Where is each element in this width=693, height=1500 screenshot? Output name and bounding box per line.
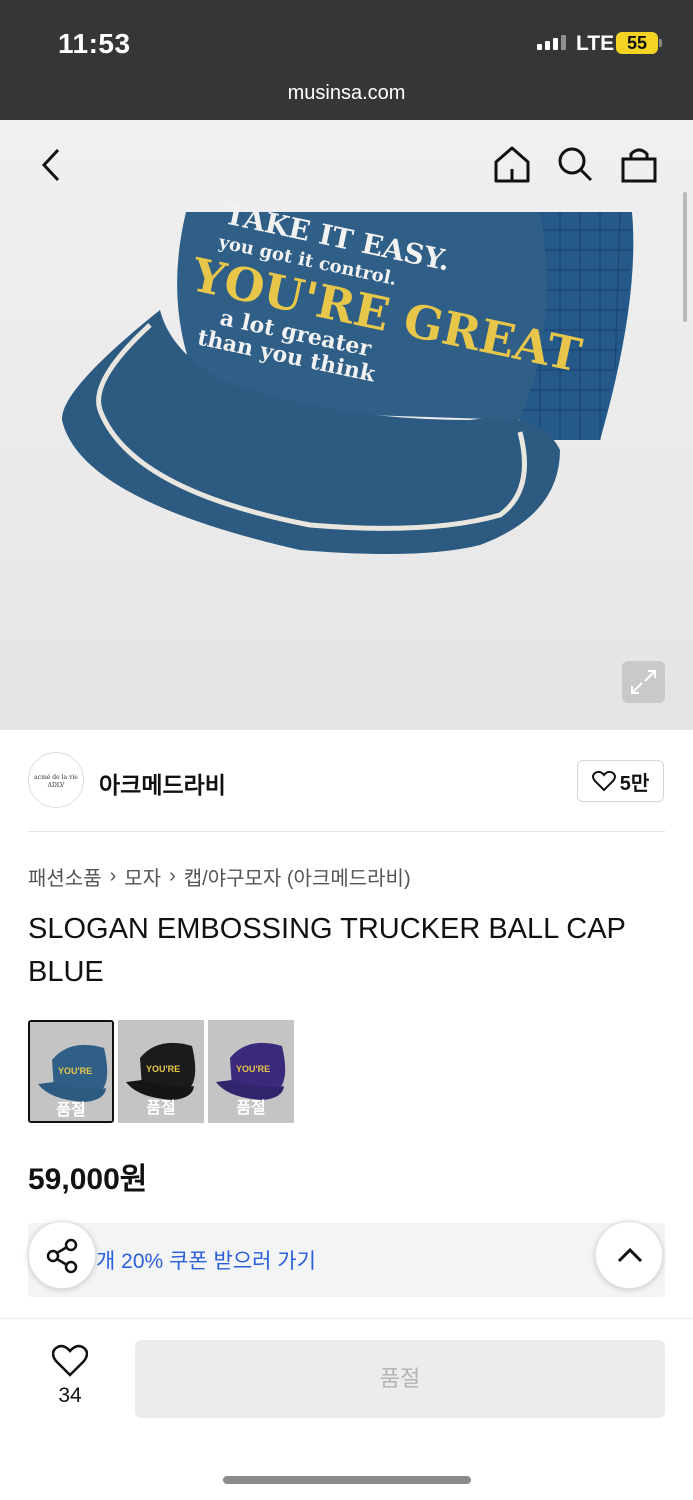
breadcrumb-item[interactable]: 캡/야구모자 (아크메드라비) bbox=[184, 862, 411, 891]
svg-text:YOU'RE: YOU'RE bbox=[58, 1066, 92, 1076]
coupon-link[interactable]: 개 20% 쿠폰 받으러 가기 bbox=[96, 1245, 316, 1275]
divider bbox=[28, 831, 665, 832]
variant-list: YOU'RE 품절 YOU'RE 품절 YOU'RE 품절 bbox=[28, 1020, 294, 1123]
search-icon[interactable] bbox=[556, 145, 594, 183]
chevron-left-icon[interactable] bbox=[38, 148, 62, 182]
breadcrumb: 패션소품 › 모자 › 캡/야구모자 (아크메드라비) bbox=[28, 862, 411, 891]
chevron-right-icon: › bbox=[109, 865, 117, 887]
svg-text:YOU'RE: YOU'RE bbox=[236, 1064, 270, 1074]
like-count: 34 bbox=[58, 1384, 82, 1407]
home-indicator[interactable] bbox=[223, 1476, 471, 1484]
status-bar: 11:53 LTE 55 musinsa.com bbox=[0, 0, 693, 120]
breadcrumb-item[interactable]: 패션소품 bbox=[28, 862, 102, 891]
brand-name[interactable]: 아크메드라비 bbox=[99, 766, 226, 800]
battery-icon: 55 bbox=[616, 32, 662, 54]
brand-like-count: 5만 bbox=[619, 772, 650, 795]
home-icon[interactable] bbox=[493, 145, 531, 183]
brand-logo[interactable]: acmé de la vie ADLV bbox=[28, 752, 84, 808]
brand-like-button[interactable]: 5만 bbox=[577, 760, 664, 802]
signal-icon bbox=[537, 35, 566, 50]
product-title: SLOGAN EMBOSSING TRUCKER BALL CAP BLUE bbox=[28, 913, 626, 988]
brand-row: acmé de la vie ADLV 아크메드라비 5만 bbox=[28, 752, 665, 812]
breadcrumb-item[interactable]: 모자 bbox=[124, 862, 161, 891]
share-button[interactable] bbox=[28, 1221, 96, 1289]
logo-text-top: acmé de la vie bbox=[34, 774, 78, 781]
chevron-right-icon: › bbox=[169, 865, 176, 887]
clock: 11:53 bbox=[58, 28, 131, 59]
share-icon bbox=[46, 1238, 78, 1274]
network-label: LTE bbox=[576, 32, 615, 55]
heart-outline-icon bbox=[591, 770, 616, 792]
logo-text-bottom: ADLV bbox=[47, 782, 65, 789]
svg-text:YOU'RE: YOU'RE bbox=[146, 1064, 180, 1074]
product-image[interactable]: TAKE IT EASY. you got it control. YOU'RE… bbox=[0, 120, 693, 730]
soldout-label: 품절 bbox=[56, 1102, 86, 1119]
heart-outline-icon[interactable] bbox=[52, 1344, 88, 1378]
chevron-up-icon bbox=[617, 1247, 643, 1263]
scrollbar[interactable] bbox=[683, 192, 687, 322]
soldout-label: 품절 bbox=[146, 1100, 176, 1117]
scroll-top-button[interactable] bbox=[595, 1221, 663, 1289]
soldout-label: 품절 bbox=[236, 1100, 266, 1117]
shopping-bag-icon[interactable] bbox=[620, 145, 658, 185]
product-price: 59,000원 bbox=[28, 1163, 148, 1196]
address-bar[interactable]: musinsa.com bbox=[0, 82, 693, 105]
variant-thumb-blue[interactable]: YOU'RE 품절 bbox=[28, 1020, 114, 1123]
variant-thumb-black[interactable]: YOU'RE 품절 bbox=[118, 1020, 204, 1123]
variant-thumb-purple[interactable]: YOU'RE 품절 bbox=[208, 1020, 294, 1123]
cap-illustration: TAKE IT EASY. you got it control. YOU'RE… bbox=[61, 198, 634, 554]
expand-icon[interactable] bbox=[622, 661, 665, 703]
soldout-button[interactable]: 품절 bbox=[135, 1340, 665, 1418]
